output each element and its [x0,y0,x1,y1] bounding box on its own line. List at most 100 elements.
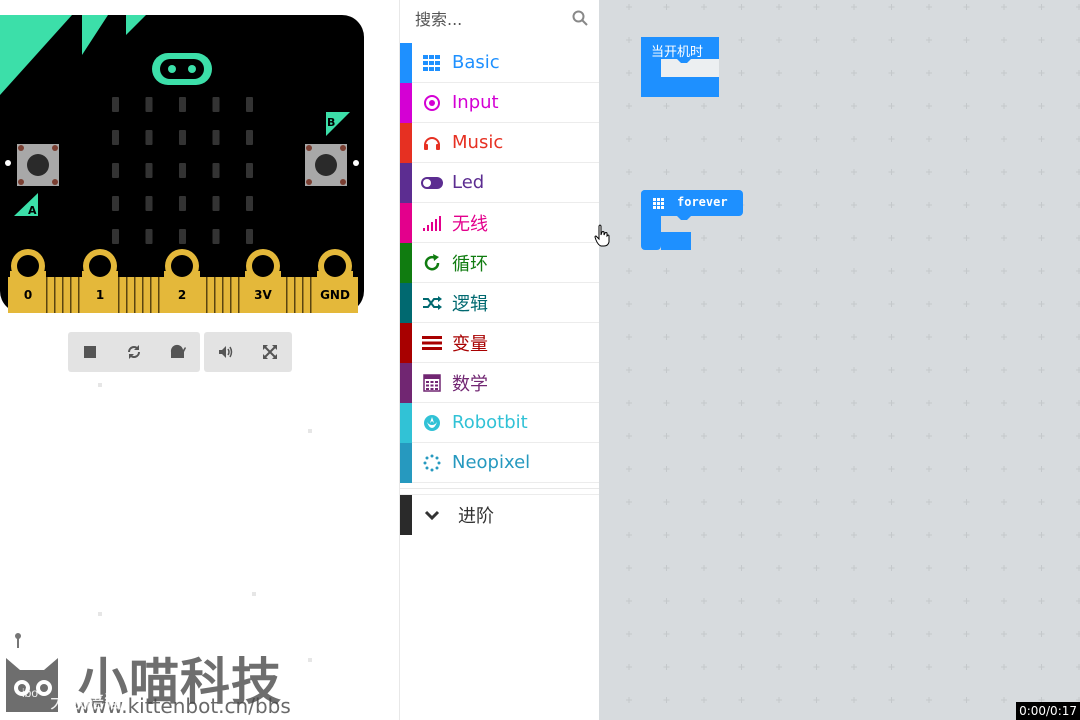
category-label: Robotbit [452,412,528,433]
led[interactable] [246,196,253,211]
chevron-down-icon [412,495,452,535]
stop-icon [84,346,96,358]
led[interactable] [145,163,153,178]
pin-3v[interactable]: 3V [245,249,281,313]
led[interactable] [212,97,220,112]
shuffle-icon [412,283,452,323]
led[interactable] [179,130,186,145]
edge-strip [302,277,304,313]
led[interactable] [145,97,153,112]
edge-strip [78,277,80,313]
category-music[interactable]: Music [400,122,600,163]
stop-button[interactable] [68,332,112,372]
toolbox: Basic Input Music Led 无线循环逻辑变量数学 Robotbit Neop… [399,0,600,720]
category-bar [400,282,412,323]
led[interactable] [112,229,119,244]
slow-motion-button[interactable] [156,332,200,372]
led[interactable] [179,97,186,112]
speck [98,383,102,387]
led[interactable] [145,130,153,145]
led[interactable] [212,229,220,244]
led[interactable] [145,196,153,211]
category-label: Led [452,172,485,193]
category-neopixel[interactable]: Neopixel [400,442,600,483]
edge-strip [62,277,64,313]
edge-strip [118,277,120,313]
search-input[interactable] [400,0,600,38]
edge-strip [286,277,288,313]
edge-strip [46,277,48,313]
hand-cursor-icon [594,224,610,247]
sim-controls-extra [204,332,292,372]
led[interactable] [112,196,119,211]
on-start-block[interactable]: 当开机时 [641,37,721,102]
button-a[interactable] [17,144,59,186]
pin-label: 3V [254,288,272,302]
led[interactable] [112,163,119,178]
screen: A B 0 1 2 3V GND 小喵科技 www.kittenbot.cn/b… [0,0,1080,720]
video-timestamp: 0:00/0:17 [1016,702,1080,720]
button-b[interactable] [305,144,347,186]
led[interactable] [246,97,253,112]
fullscreen-button[interactable] [248,332,292,372]
grid-icon [653,198,664,209]
category-循环[interactable]: 循环 [400,242,600,283]
category-bar [400,242,412,283]
pin-2[interactable]: 2 [164,249,200,313]
forever-block[interactable]: forever [641,190,745,257]
watermark-overlay-text: 大数陪猫 [50,692,122,713]
advanced-label: 进阶 [458,505,494,527]
volume-icon [219,346,233,358]
restart-button[interactable] [112,332,156,372]
category-robotbit[interactable]: Robotbit [400,402,600,443]
category-无线[interactable]: 无线 [400,202,600,243]
blocks-workspace[interactable]: 当开机时 forever 0:00/0:17 [599,0,1080,720]
watermark-badge: ibo [22,686,39,700]
pin-0[interactable]: 0 [10,249,46,313]
edge-strip [214,277,216,313]
category-input[interactable]: Input [400,82,600,123]
mute-button[interactable] [204,332,248,372]
led[interactable] [145,229,153,244]
led[interactable] [112,130,119,145]
category-label: Music [452,132,504,153]
category-bar [400,322,412,363]
pin-gnd[interactable]: GND [317,249,353,313]
edge-strip [142,277,144,313]
pin-1[interactable]: 1 [82,249,118,313]
led[interactable] [112,97,119,112]
led[interactable] [246,229,253,244]
search-icon[interactable] [572,10,588,26]
led[interactable] [246,130,253,145]
category-变量[interactable]: 变量 [400,322,600,363]
edge-strip [230,277,232,313]
toolbox-search [400,0,600,38]
led[interactable] [212,163,220,178]
category-led[interactable]: Led [400,162,600,203]
snail-icon [170,344,186,358]
led[interactable] [179,229,186,244]
led[interactable] [212,196,220,211]
edge-strip [126,277,128,313]
led[interactable] [212,130,220,145]
button-a-label: A [28,204,37,217]
edge-strip [238,277,240,313]
category-label: Neopixel [452,452,531,473]
led[interactable] [179,196,186,211]
restart-icon [128,345,140,359]
pin-label: 1 [96,288,104,302]
led[interactable] [179,163,186,178]
microbit-logo [152,53,212,85]
category-逻辑[interactable]: 逻辑 [400,282,600,323]
speck [252,592,256,596]
category-bar [400,42,412,83]
rebel-icon [412,403,452,443]
category-数学[interactable]: 数学 [400,362,600,403]
advanced-toggle[interactable]: 进阶 [400,494,600,535]
microbit-board[interactable]: A B 0 1 2 3V GND [0,15,364,313]
category-basic[interactable]: Basic [400,42,600,83]
category-bar [400,82,412,123]
simulator-controls [68,332,292,372]
led[interactable] [246,163,253,178]
category-bar [400,442,412,483]
